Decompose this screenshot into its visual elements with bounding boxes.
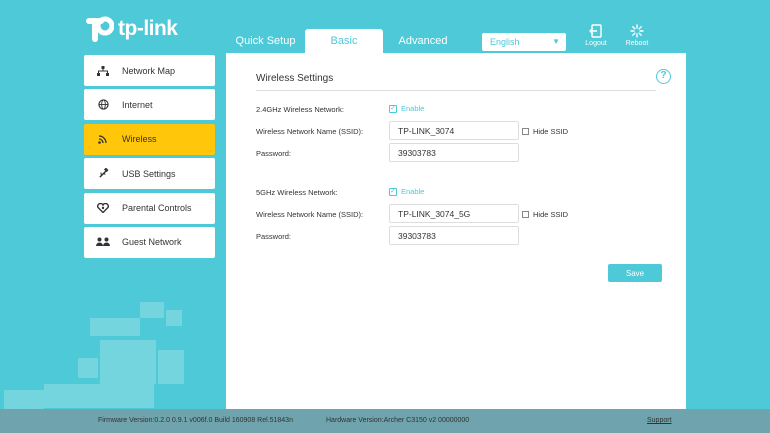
decorative-square — [158, 350, 184, 384]
hide-ssid-label: Hide SSID — [533, 127, 569, 136]
tab-basic[interactable]: Basic — [305, 29, 383, 53]
band24-enable-checkbox[interactable]: ✓ Enable — [389, 104, 424, 113]
divider — [256, 90, 656, 91]
checkmark-icon: ✓ — [389, 187, 397, 196]
hide-ssid-label: Hide SSID — [533, 210, 569, 219]
checkbox-box — [522, 128, 529, 135]
decorative-square — [90, 318, 140, 336]
language-selected-value: English — [490, 37, 520, 47]
band24-password-input[interactable] — [389, 143, 519, 162]
sidebar-item-label: Internet — [122, 99, 153, 110]
sidebar: Network Map Internet Wireless USB Settin… — [84, 55, 215, 261]
hardware-version: Hardware Version:Archer C3150 v2 0000000… — [326, 417, 470, 424]
logout-label: Logout — [585, 40, 607, 47]
logout-button[interactable]: Logout — [576, 24, 616, 47]
logout-icon — [576, 24, 616, 38]
decorative-square — [166, 310, 182, 326]
decorative-square — [140, 302, 164, 318]
band24-ssid-label: Wireless Network Name (SSID): — [256, 127, 364, 136]
reboot-icon — [617, 24, 657, 38]
usb-icon — [84, 168, 122, 179]
decorative-square — [100, 340, 156, 384]
network-map-icon — [84, 65, 122, 76]
language-select[interactable]: English ▼ — [482, 33, 566, 51]
band5-label: 5GHz Wireless Network: — [256, 188, 338, 197]
band5-password-label: Password: — [256, 232, 292, 241]
enable-label: Enable — [401, 187, 425, 196]
page-title: Wireless Settings — [256, 73, 334, 84]
main-tabs: Quick Setup Basic Advanced — [226, 29, 463, 53]
support-link[interactable]: Support — [647, 409, 672, 433]
sidebar-item-label: Network Map — [122, 65, 176, 76]
reboot-button[interactable]: Reboot — [617, 24, 657, 47]
sidebar-item-parental-controls[interactable]: Parental Controls — [84, 192, 215, 224]
band5-password-input[interactable] — [389, 226, 519, 245]
firmware-version: Firmware Version:0.2.0 0.9.1 v006f.0 Bui… — [98, 417, 293, 424]
tab-advanced[interactable]: Advanced — [383, 29, 463, 53]
globe-icon — [84, 99, 122, 111]
decorative-square — [4, 390, 44, 409]
tab-quick-setup[interactable]: Quick Setup — [226, 29, 305, 53]
wireless-settings-panel: Wireless Settings ? 2.4GHz Wireless Netw… — [226, 53, 686, 409]
sidebar-item-usb-settings[interactable]: USB Settings — [84, 158, 215, 190]
tp-link-logo: tp-link — [84, 14, 178, 44]
save-button[interactable]: Save — [608, 264, 662, 282]
checkbox-box — [522, 211, 529, 218]
decorative-square — [44, 384, 154, 408]
band24-label: 2.4GHz Wireless Network: — [256, 105, 344, 114]
sidebar-item-wireless[interactable]: Wireless — [84, 123, 215, 155]
guests-icon — [84, 237, 122, 247]
band24-hide-ssid-checkbox[interactable]: Hide SSID — [522, 127, 568, 136]
wifi-icon — [84, 134, 122, 145]
tp-link-logo-icon — [84, 14, 115, 44]
footer: Firmware Version:0.2.0 0.9.1 v006f.0 Bui… — [0, 409, 770, 433]
band5-ssid-input[interactable] — [389, 204, 519, 223]
sidebar-item-label: Wireless — [122, 134, 157, 145]
chevron-down-icon: ▼ — [552, 37, 560, 46]
decorative-square — [78, 358, 98, 378]
sidebar-item-label: Parental Controls — [122, 203, 192, 214]
help-icon[interactable]: ? — [656, 69, 671, 84]
enable-label: Enable — [401, 104, 425, 113]
reboot-label: Reboot — [625, 40, 649, 47]
sidebar-item-label: USB Settings — [122, 168, 176, 179]
logo-text: tp-link — [118, 17, 178, 40]
band24-password-label: Password: — [256, 149, 292, 158]
checkmark-icon: ✓ — [389, 104, 397, 113]
sidebar-item-network-map[interactable]: Network Map — [84, 55, 215, 86]
band5-ssid-label: Wireless Network Name (SSID): — [256, 210, 364, 219]
sidebar-item-internet[interactable]: Internet — [84, 89, 215, 121]
heart-icon — [84, 203, 122, 214]
sidebar-item-label: Guest Network — [122, 237, 182, 248]
sidebar-item-guest-network[interactable]: Guest Network — [84, 226, 215, 258]
band5-hide-ssid-checkbox[interactable]: Hide SSID — [522, 210, 568, 219]
band24-ssid-input[interactable] — [389, 121, 519, 140]
band5-enable-checkbox[interactable]: ✓ Enable — [389, 187, 424, 196]
